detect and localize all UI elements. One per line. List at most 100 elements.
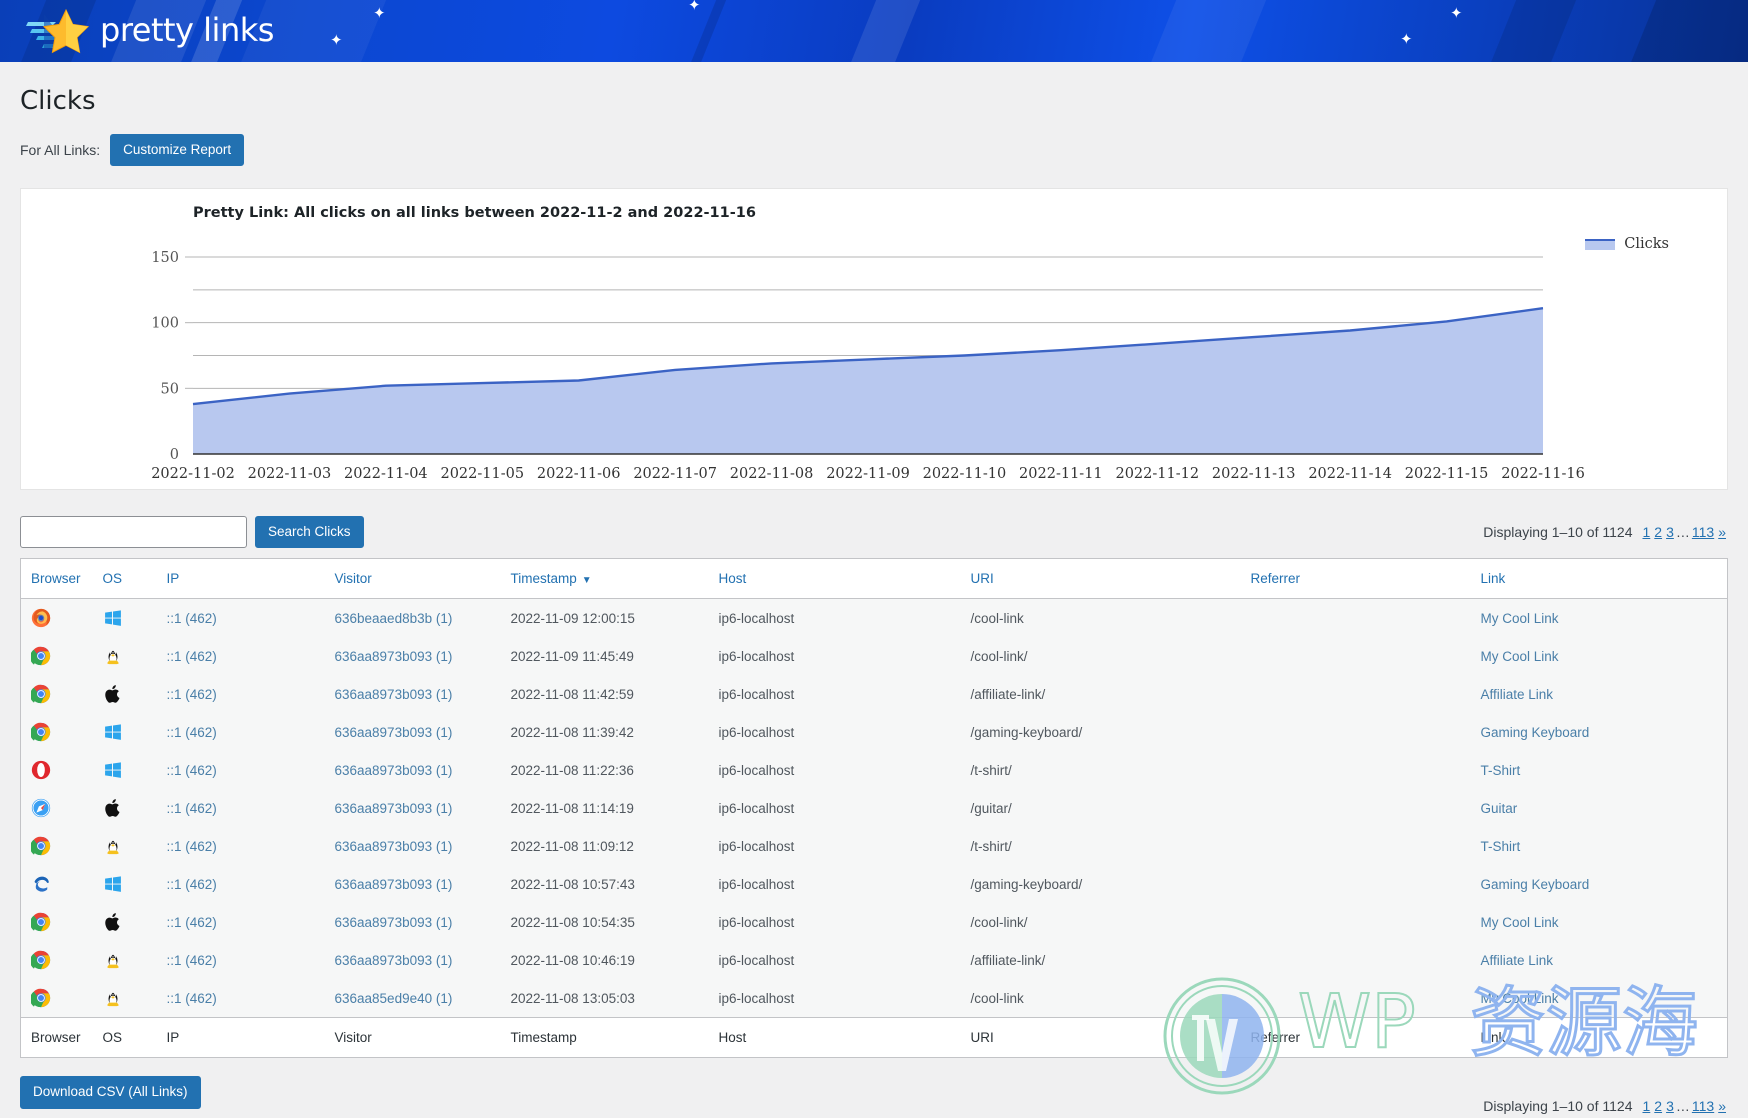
chrome-icon (31, 685, 51, 704)
page-link-1-bottom[interactable]: 1 (1642, 1098, 1650, 1114)
visitor-link[interactable]: 636aa8973b093 (1) (335, 725, 453, 740)
cell-browser (20, 675, 93, 714)
cell-timestamp: 2022-11-09 12:00:15 (500, 598, 709, 638)
col-header-browser[interactable]: Browser (20, 558, 93, 600)
next-page-link[interactable]: » (1718, 524, 1726, 540)
ip-link[interactable]: ::1 (462) (167, 991, 217, 1006)
brand-name: pretty links (100, 11, 274, 49)
visitor-link[interactable]: 636aa8973b093 (1) (335, 687, 453, 702)
cell-visitor: 636aa8973b093 (1) (324, 713, 501, 752)
cell-visitor: 636aa8973b093 (1) (324, 865, 501, 904)
cell-link: Affiliate Link (1470, 941, 1728, 980)
visitor-link[interactable]: 636aa8973b093 (1) (335, 915, 453, 930)
visitor-link[interactable]: 636aa85ed9e40 (1) (335, 991, 453, 1006)
cell-visitor: 636aa8973b093 (1) (324, 789, 501, 828)
next-page-link-bottom[interactable]: » (1718, 1098, 1726, 1114)
pretty-link-link[interactable]: Affiliate Link (1481, 953, 1554, 968)
cell-referrer (1240, 637, 1471, 676)
col-header-uri[interactable]: URI (960, 558, 1241, 600)
search-input[interactable] (20, 516, 247, 549)
cell-host: ip6-localhost (708, 713, 961, 752)
ip-link[interactable]: ::1 (462) (167, 801, 217, 816)
cell-timestamp: 2022-11-08 11:22:36 (500, 751, 709, 790)
page-link-3-bottom[interactable]: 3 (1666, 1098, 1674, 1114)
ip-link[interactable]: ::1 (462) (167, 725, 217, 740)
pretty-link-link[interactable]: T-Shirt (1481, 839, 1521, 854)
cell-link: My Cool Link (1470, 598, 1728, 638)
cell-ip: ::1 (462) (156, 751, 325, 790)
page-title: Clicks (20, 86, 96, 116)
page-link-last-bottom[interactable]: 113 (1692, 1098, 1714, 1114)
cell-ip: ::1 (462) (156, 979, 325, 1018)
col-header-os[interactable]: OS (92, 558, 157, 600)
ip-link[interactable]: ::1 (462) (167, 915, 217, 930)
pretty-link-link[interactable]: Gaming Keyboard (1481, 725, 1590, 740)
foot-label-os: OS (92, 1017, 157, 1058)
visitor-link[interactable]: 636aa8973b093 (1) (335, 953, 453, 968)
cell-visitor: 636beaaed8b3b (1) (324, 598, 501, 638)
col-header-referrer[interactable]: Referrer (1240, 558, 1471, 600)
cell-host: ip6-localhost (708, 865, 961, 904)
ip-link[interactable]: ::1 (462) (167, 839, 217, 854)
col-header-ip[interactable]: IP (156, 558, 325, 600)
visitor-link[interactable]: 636aa8973b093 (1) (335, 801, 453, 816)
col-header-host[interactable]: Host (708, 558, 961, 600)
table-row: ::1 (462) 636aa8973b093 (1) 2022-11-08 11:… (20, 675, 1728, 714)
safari-icon (31, 799, 51, 818)
customize-report-row: For All Links: Customize Report (20, 134, 1728, 167)
page-link-3[interactable]: 3 (1666, 524, 1674, 540)
ip-link[interactable]: ::1 (462) (167, 877, 217, 892)
ip-link[interactable]: ::1 (462) (167, 953, 217, 968)
col-header-timestamp[interactable]: Timestamp ▼ (500, 558, 709, 600)
cell-ip: ::1 (462) (156, 598, 325, 638)
table-header-row: Browser OS IP Visitor Timestamp ▼ Host UR… (20, 558, 1728, 600)
cell-browser (20, 941, 93, 980)
cell-os (92, 751, 157, 790)
chrome-icon (31, 951, 51, 970)
cell-host: ip6-localhost (708, 941, 961, 980)
visitor-link[interactable]: 636aa8973b093 (1) (335, 763, 453, 778)
pretty-link-link[interactable]: Gaming Keyboard (1481, 877, 1590, 892)
cell-uri: /gaming-keyboard/ (960, 713, 1241, 752)
pretty-link-link[interactable]: My Cool Link (1481, 649, 1559, 664)
visitor-link[interactable]: 636beaaed8b3b (1) (335, 611, 453, 626)
foot-label-uri: URI (960, 1017, 1241, 1058)
table-row: ::1 (462) 636aa8973b093 (1) 2022-11-08 11:… (20, 751, 1728, 790)
pretty-link-link[interactable]: My Cool Link (1481, 991, 1559, 1006)
search-clicks-button[interactable]: Search Clicks (255, 516, 364, 549)
table-row: ::1 (462) 636aa8973b093 (1) 2022-11-08 11:… (20, 713, 1728, 752)
brand-logo[interactable]: pretty links (26, 6, 274, 54)
ip-link[interactable]: ::1 (462) (167, 611, 217, 626)
page-link-last[interactable]: 113 (1692, 524, 1714, 540)
page-link-2-bottom[interactable]: 2 (1654, 1098, 1662, 1114)
col-header-link[interactable]: Link (1470, 558, 1728, 600)
cell-os (92, 713, 157, 752)
visitor-link[interactable]: 636aa8973b093 (1) (335, 649, 453, 664)
windows-icon (103, 876, 123, 893)
pretty-link-link[interactable]: My Cool Link (1481, 915, 1559, 930)
pretty-link-link[interactable]: My Cool Link (1481, 611, 1559, 626)
ip-link[interactable]: ::1 (462) (167, 763, 217, 778)
cell-browser (20, 865, 93, 904)
cell-referrer (1240, 713, 1471, 752)
table-row: ::1 (462) 636aa8973b093 (1) 2022-11-08 11:… (20, 827, 1728, 866)
download-csv-button[interactable]: Download CSV (All Links) (20, 1076, 201, 1109)
pretty-link-link[interactable]: T-Shirt (1481, 763, 1521, 778)
y-tick-label: 50 (161, 382, 179, 398)
ip-link[interactable]: ::1 (462) (167, 687, 217, 702)
banner-stripe (1127, 0, 1283, 62)
page-link-1[interactable]: 1 (1642, 524, 1650, 540)
customize-report-button[interactable]: Customize Report (110, 134, 245, 167)
col-header-visitor[interactable]: Visitor (324, 558, 501, 600)
x-tick-label: 2022-11-08 (730, 466, 814, 482)
visitor-link[interactable]: 636aa8973b093 (1) (335, 839, 453, 854)
visitor-link[interactable]: 636aa8973b093 (1) (335, 877, 453, 892)
pretty-link-link[interactable]: Affiliate Link (1481, 687, 1554, 702)
page-link-2[interactable]: 2 (1654, 524, 1662, 540)
table-row: ::1 (462) 636aa8973b093 (1) 2022-11-08 10:… (20, 941, 1728, 980)
col-label-browser: Browser (31, 571, 81, 587)
pretty-link-link[interactable]: Guitar (1481, 801, 1518, 816)
ip-link[interactable]: ::1 (462) (167, 649, 217, 664)
cell-timestamp: 2022-11-08 10:54:35 (500, 903, 709, 942)
cell-visitor: 636aa8973b093 (1) (324, 827, 501, 866)
